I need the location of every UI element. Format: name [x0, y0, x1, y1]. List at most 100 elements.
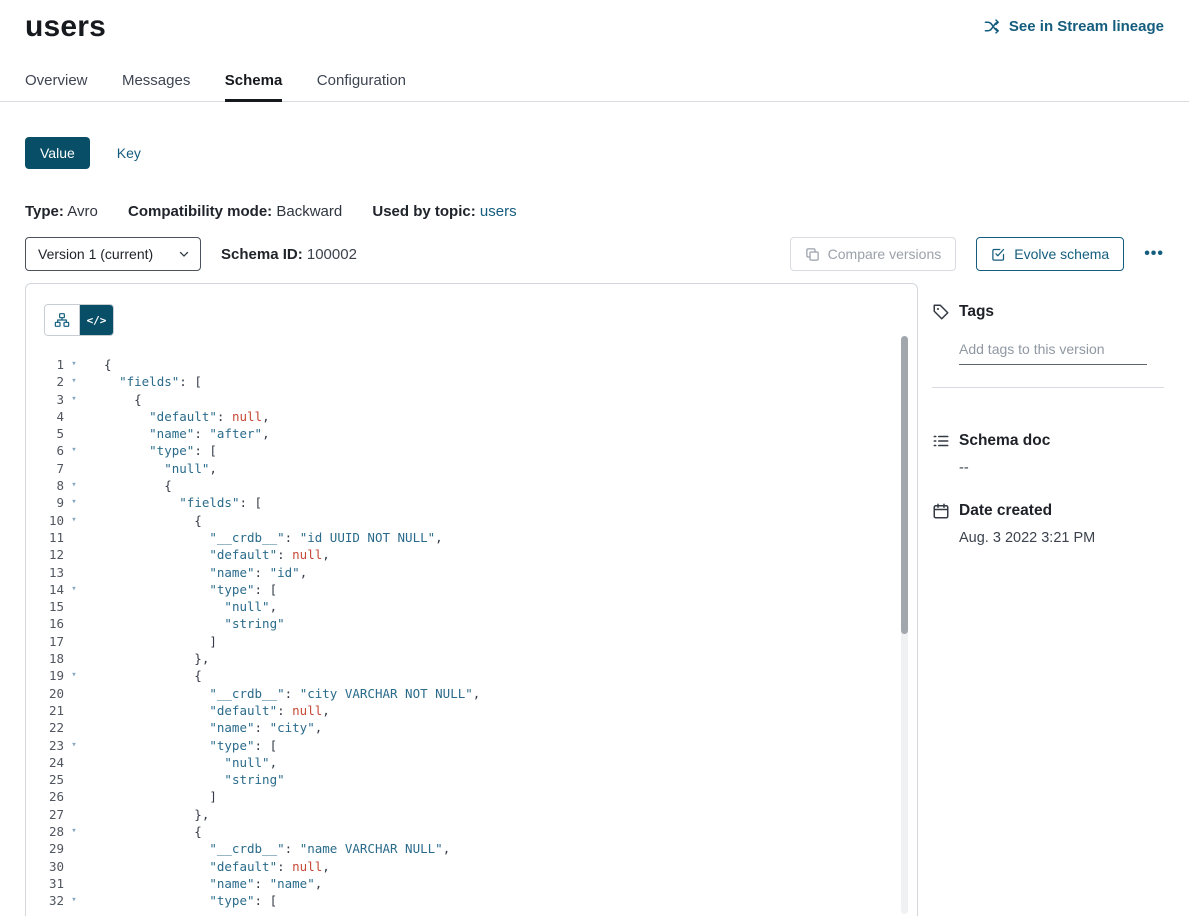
- line-number: 4: [26, 408, 64, 425]
- tree-view-icon: [54, 312, 70, 328]
- fold-spacer: [64, 875, 84, 892]
- code-lines: 1▾{2▾ "fields": [3▾ {4 "default": null,5…: [26, 356, 917, 910]
- fold-arrow-icon[interactable]: ▾: [64, 823, 84, 840]
- schema-id-value: 100002: [307, 246, 357, 263]
- line-number: 10: [26, 512, 64, 529]
- evolve-schema-button[interactable]: Evolve schema: [976, 237, 1124, 271]
- code-text: "name": "after",: [84, 425, 270, 442]
- code-text: {: [84, 477, 172, 494]
- code-text: ]: [84, 633, 217, 650]
- version-select[interactable]: Version 1 (current): [25, 237, 201, 271]
- compatibility-value: Backward: [276, 203, 342, 220]
- date-created-section: Date created Aug. 3 2022 3:21 PM: [932, 502, 1164, 546]
- calendar-icon: [932, 502, 950, 520]
- schema-main: </> 1▾{2▾ "fields": [3▾ {4 "default": nu…: [25, 283, 1164, 916]
- line-number: 18: [26, 650, 64, 667]
- date-created-header: Date created: [932, 502, 1164, 520]
- compare-versions-button[interactable]: Compare versions: [790, 237, 957, 271]
- code-text: "type": [: [84, 892, 277, 909]
- tree-view-button[interactable]: [45, 305, 79, 335]
- code-line: 16 "string": [26, 615, 917, 632]
- line-number: 31: [26, 875, 64, 892]
- code-text: "null",: [84, 598, 277, 615]
- fold-arrow-icon[interactable]: ▾: [64, 442, 84, 459]
- tab-messages[interactable]: Messages: [122, 72, 190, 101]
- code-line: 2▾ "fields": [: [26, 373, 917, 390]
- tab-schema[interactable]: Schema: [225, 72, 283, 101]
- fold-arrow-icon[interactable]: ▾: [64, 737, 84, 754]
- type-meta: Type: Avro: [25, 203, 102, 220]
- code-line: 10▾ {: [26, 512, 917, 529]
- line-number: 30: [26, 858, 64, 875]
- tab-configuration[interactable]: Configuration: [317, 72, 406, 101]
- date-created-title: Date created: [959, 502, 1052, 520]
- code-text: "type": [: [84, 442, 217, 459]
- code-view-button[interactable]: </>: [79, 305, 113, 335]
- line-number: 23: [26, 737, 64, 754]
- fold-spacer: [64, 806, 84, 823]
- schema-id-label: Schema ID:: [221, 246, 303, 263]
- fold-spacer: [64, 702, 84, 719]
- code-line: 13 "name": "id",: [26, 564, 917, 581]
- fold-arrow-icon[interactable]: ▾: [64, 581, 84, 598]
- code-text: "name": "city",: [84, 719, 322, 736]
- list-icon: [932, 432, 950, 450]
- line-number: 7: [26, 460, 64, 477]
- fold-spacer: [64, 598, 84, 615]
- code-line: 18 },: [26, 650, 917, 667]
- compare-versions-label: Compare versions: [828, 246, 942, 262]
- tags-section: Tags: [932, 303, 1164, 365]
- fold-spacer: [64, 564, 84, 581]
- more-options-button[interactable]: •••: [1144, 245, 1164, 263]
- stream-lineage-label: See in Stream lineage: [1009, 18, 1164, 35]
- scrollbar-thumb[interactable]: [901, 336, 908, 634]
- schema-id: Schema ID: 100002: [221, 246, 357, 263]
- code-line: 6▾ "type": [: [26, 442, 917, 459]
- code-line: 22 "name": "city",: [26, 719, 917, 736]
- tab-overview[interactable]: Overview: [25, 72, 88, 101]
- schema-doc-value: --: [959, 460, 1164, 476]
- fold-arrow-icon[interactable]: ▾: [64, 373, 84, 390]
- code-line: 20 "__crdb__": "city VARCHAR NOT NULL",: [26, 685, 917, 702]
- page-title: users: [25, 10, 106, 44]
- sidebar-divider: [932, 387, 1164, 388]
- line-number: 19: [26, 667, 64, 684]
- code-line: 27 },: [26, 806, 917, 823]
- topic-link[interactable]: users: [480, 203, 517, 220]
- scrollbar[interactable]: [901, 336, 908, 914]
- fold-arrow-icon[interactable]: ▾: [64, 356, 84, 373]
- code-text: "__crdb__": "name VARCHAR NULL",: [84, 840, 450, 857]
- fold-spacer: [64, 754, 84, 771]
- code-text: "null",: [84, 754, 277, 771]
- fold-spacer: [64, 425, 84, 442]
- code-line: 8▾ {: [26, 477, 917, 494]
- fold-spacer: [64, 633, 84, 650]
- fold-arrow-icon[interactable]: ▾: [64, 512, 84, 529]
- stream-lineage-link[interactable]: See in Stream lineage: [984, 18, 1164, 35]
- code-line: 15 "null",: [26, 598, 917, 615]
- fold-arrow-icon[interactable]: ▾: [64, 667, 84, 684]
- line-number: 28: [26, 823, 64, 840]
- fold-spacer: [64, 719, 84, 736]
- code-line: 14▾ "type": [: [26, 581, 917, 598]
- fold-arrow-icon[interactable]: ▾: [64, 494, 84, 511]
- value-toggle-button[interactable]: Value: [25, 137, 90, 169]
- code-text: {: [84, 512, 202, 529]
- code-line: 28▾ {: [26, 823, 917, 840]
- key-toggle-button[interactable]: Key: [102, 137, 156, 169]
- line-number: 20: [26, 685, 64, 702]
- code-line: 26 ]: [26, 788, 917, 805]
- fold-arrow-icon[interactable]: ▾: [64, 391, 84, 408]
- add-tags-input[interactable]: [959, 339, 1147, 365]
- fold-arrow-icon[interactable]: ▾: [64, 477, 84, 494]
- page-header: users See in Stream lineage: [0, 0, 1189, 44]
- code-line: 24 "null",: [26, 754, 917, 771]
- code-line: 3▾ {: [26, 391, 917, 408]
- code-text: "default": null,: [84, 546, 330, 563]
- code-text: "default": null,: [84, 858, 330, 875]
- fold-spacer: [64, 858, 84, 875]
- fold-arrow-icon[interactable]: ▾: [64, 892, 84, 909]
- code-text: {: [84, 667, 202, 684]
- schema-doc-header: Schema doc: [932, 432, 1164, 450]
- schema-meta-row: Type: Avro Compatibility mode: Backward …: [25, 203, 1164, 220]
